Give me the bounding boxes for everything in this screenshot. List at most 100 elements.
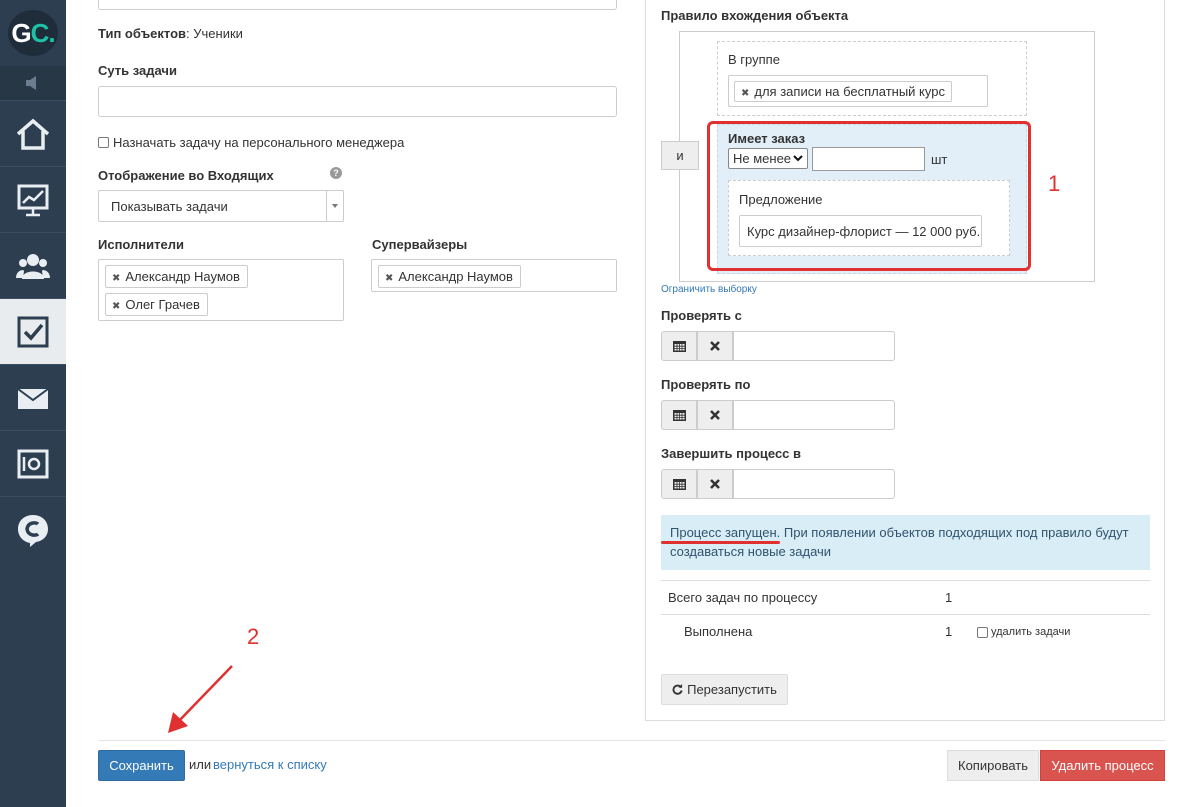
- sidebar-item-tasks[interactable]: [0, 298, 66, 364]
- restart-button[interactable]: Перезапустить: [661, 674, 788, 705]
- object-type: Тип объектов: Ученики: [98, 26, 243, 41]
- sidebar-item-users[interactable]: [0, 232, 66, 298]
- executor-tag[interactable]: ✖ Александр Наумов: [105, 265, 248, 288]
- save-button[interactable]: Сохранить: [98, 750, 185, 781]
- close-icon: [710, 410, 720, 420]
- delete-tasks-label: удалить задачи: [991, 626, 1071, 638]
- supervisors-label: Супервайзеры: [372, 237, 468, 252]
- and-operator-label: и: [676, 148, 684, 163]
- check-from-calendar-button[interactable]: [661, 331, 697, 361]
- chart-icon: [17, 184, 49, 216]
- check-from-label: Проверять с: [661, 308, 742, 323]
- sidebar: GC.: [0, 0, 66, 807]
- done-tasks-label: Выполнена: [684, 624, 753, 639]
- executor-tag[interactable]: ✖ Олег Грачев: [105, 293, 208, 316]
- supervisor-tag-label: Александр Наумов: [398, 269, 513, 284]
- process-running-label: Процесс запущен: [670, 525, 777, 540]
- task-essence-label: Суть задачи: [98, 63, 177, 78]
- divider: [661, 614, 1150, 615]
- executors-label: Исполнители: [98, 237, 184, 252]
- annotation-arrow-icon: [168, 665, 233, 733]
- finish-calendar-button[interactable]: [661, 469, 697, 499]
- check-to-label: Проверять по: [661, 377, 751, 392]
- copy-button[interactable]: Копировать: [947, 750, 1039, 781]
- check-from-input[interactable]: [733, 331, 895, 361]
- object-type-label: Тип объектов: [98, 26, 187, 41]
- task-essence-input[interactable]: [98, 86, 617, 117]
- annotation-box-1: [707, 121, 1031, 271]
- inbox-display-label: Отображение во Входящих: [98, 168, 274, 183]
- inbox-display-select[interactable]: Показывать задачи: [98, 190, 344, 222]
- announcements-bar[interactable]: [0, 66, 66, 100]
- refresh-icon: [672, 684, 683, 695]
- divider: [661, 580, 1150, 581]
- rule-title: Правило вхождения объекта: [661, 8, 849, 23]
- total-tasks-label: Всего задач по процессу: [668, 590, 818, 605]
- delete-tasks-checkbox[interactable]: [977, 626, 988, 638]
- assign-manager-checkbox[interactable]: [98, 137, 109, 148]
- supervisors-field[interactable]: ✖ Александр Наумов: [371, 259, 617, 292]
- help-icon[interactable]: ?: [330, 167, 342, 179]
- logo[interactable]: GC.: [0, 0, 66, 66]
- back-to-list-link[interactable]: вернуться к списку: [213, 757, 327, 772]
- limit-selection-link[interactable]: Ограничить выборку: [661, 284, 757, 295]
- footer-divider: [98, 740, 1165, 741]
- delete-tasks-row: удалить задачи: [977, 626, 1070, 638]
- logo-letter-c: C.: [30, 18, 56, 48]
- finish-clear-button[interactable]: [697, 469, 733, 499]
- executor-tag-label: Александр Наумов: [125, 269, 240, 284]
- sidebar-item-chat[interactable]: [0, 496, 66, 562]
- description-textarea[interactable]: [98, 0, 617, 10]
- check-to-calendar-button[interactable]: [661, 400, 697, 430]
- assign-manager-label: Назначать задачу на персонального менедж…: [113, 135, 405, 150]
- sidebar-item-reports[interactable]: [0, 166, 66, 232]
- close-icon[interactable]: ✖: [112, 301, 120, 312]
- users-icon: [16, 253, 50, 279]
- object-type-value: : Ученики: [186, 26, 243, 41]
- chevron-down-icon: [332, 204, 338, 208]
- annotation-underline: [661, 541, 780, 544]
- group-select[interactable]: ✖ для записи на бесплатный курс: [728, 75, 988, 107]
- restart-button-label: Перезапустить: [687, 682, 777, 697]
- close-icon[interactable]: ✖: [112, 273, 120, 284]
- chat-icon: [18, 514, 48, 547]
- calendar-icon: [672, 479, 686, 490]
- executors-field[interactable]: ✖ Александр Наумов ✖ Олег Грачев: [98, 259, 344, 321]
- total-tasks-value: 1: [945, 590, 953, 605]
- calendar-icon: [672, 410, 686, 421]
- mail-icon: [17, 387, 49, 409]
- group-tag[interactable]: ✖ для записи на бесплатный курс: [734, 81, 952, 102]
- close-icon: [710, 479, 720, 489]
- sidebar-item-home[interactable]: [0, 100, 66, 166]
- safe-icon: [17, 449, 49, 478]
- logo-letter-g: G: [11, 18, 31, 48]
- logo-mark: GC.: [8, 10, 58, 56]
- in-group-condition: В группе ✖ для записи на бесплатный курс: [717, 41, 1027, 116]
- check-to-input[interactable]: [733, 400, 895, 430]
- in-group-label: В группе: [728, 52, 780, 67]
- sidebar-item-messages[interactable]: [0, 364, 66, 430]
- home-icon: [16, 118, 50, 150]
- executor-tag-label: Олег Грачев: [125, 297, 200, 312]
- annotation-number-2: 2: [247, 624, 260, 649]
- supervisor-tag[interactable]: ✖ Александр Наумов: [378, 265, 521, 288]
- check-from-clear-button[interactable]: [697, 331, 733, 361]
- done-tasks-value: 1: [945, 624, 953, 639]
- annotation-number-1: 1: [1048, 171, 1061, 196]
- speaker-icon: [26, 76, 36, 90]
- close-icon: [710, 341, 720, 351]
- group-tag-label: для записи на бесплатный курс: [754, 84, 945, 99]
- or-text: или: [189, 757, 212, 772]
- select-divider: [326, 191, 327, 221]
- finish-input[interactable]: [733, 469, 895, 499]
- delete-process-button[interactable]: Удалить процесс: [1040, 750, 1165, 781]
- calendar-icon: [672, 341, 686, 352]
- and-operator-button[interactable]: и: [661, 141, 699, 170]
- close-icon[interactable]: ✖: [385, 273, 393, 284]
- check-to-clear-button[interactable]: [697, 400, 733, 430]
- checkbox-icon: [17, 316, 49, 347]
- close-icon[interactable]: ✖: [741, 88, 749, 99]
- inbox-display-value: Показывать задачи: [111, 199, 228, 214]
- finish-label: Завершить процесс в: [661, 446, 802, 461]
- sidebar-item-sales[interactable]: [0, 430, 66, 496]
